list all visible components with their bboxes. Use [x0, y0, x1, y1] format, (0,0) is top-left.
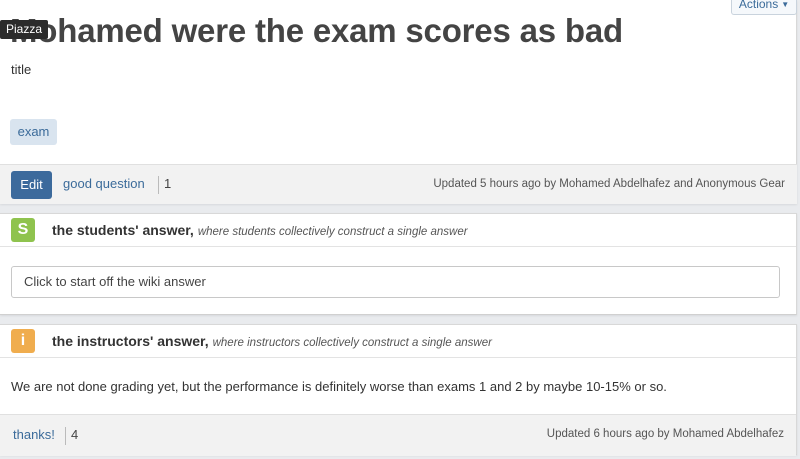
question-body: title	[11, 62, 32, 77]
tag-exam[interactable]: exam	[10, 119, 57, 145]
instructors-answer-heading: the instructors' answer,	[52, 333, 209, 349]
good-question-count: 1	[164, 176, 172, 191]
students-answer-subtitle: where students collectively construct a …	[197, 226, 468, 238]
caret-down-icon: ▼	[781, 0, 790, 9]
question-title: Mohamed were the exam scores as bad	[10, 12, 623, 49]
instructors-answer-header: i the instructors' answer, where instruct…	[0, 325, 796, 358]
edit-button[interactable]: Edit	[11, 171, 52, 199]
question-updated-text: Updated 5 hours ago by Mohamed Abdelhafe…	[433, 178, 785, 190]
instructors-answer-card: i the instructors' answer, where instruct…	[0, 324, 797, 456]
instructors-updated-text: Updated 6 hours ago by Mohamed Abdelhafe…	[546, 428, 784, 440]
wiki-answer-input[interactable]: Click to start off the wiki answer	[11, 266, 780, 298]
students-answer-title: the students' answer, where students coll…	[52, 222, 468, 238]
instructors-answer-title: the instructors' answer, where instructor…	[52, 333, 492, 349]
students-answer-heading: the students' answer,	[52, 222, 194, 238]
actions-label: Actions	[738, 0, 779, 11]
instructors-badge-icon: i	[11, 329, 35, 353]
instructors-answer-footer: thanks! 4 Updated 6 hours ago by Mohamed…	[0, 414, 796, 456]
instructors-answer-subtitle: where instructors collectively construct…	[212, 337, 492, 349]
piazza-tooltip: Piazza	[0, 20, 49, 39]
good-question-link[interactable]: good question	[63, 176, 145, 191]
question-card: Piazza Actions ▼ Mohamed were the exam sc…	[0, 0, 797, 204]
thanks-link[interactable]: thanks!	[13, 427, 55, 442]
students-answer-card: S the students' answer, where students co…	[0, 213, 797, 315]
divider	[65, 427, 66, 445]
actions-dropdown-button[interactable]: Actions ▼	[731, 0, 797, 15]
students-answer-header: S the students' answer, where students co…	[0, 214, 796, 247]
thanks-count: 4	[71, 427, 79, 442]
students-badge-icon: S	[11, 218, 35, 242]
instructors-answer-body: We are not done grading yet, but the per…	[11, 379, 667, 394]
question-footer: Edit good question 1 Updated 5 hours ago…	[0, 164, 797, 204]
divider	[158, 176, 159, 194]
